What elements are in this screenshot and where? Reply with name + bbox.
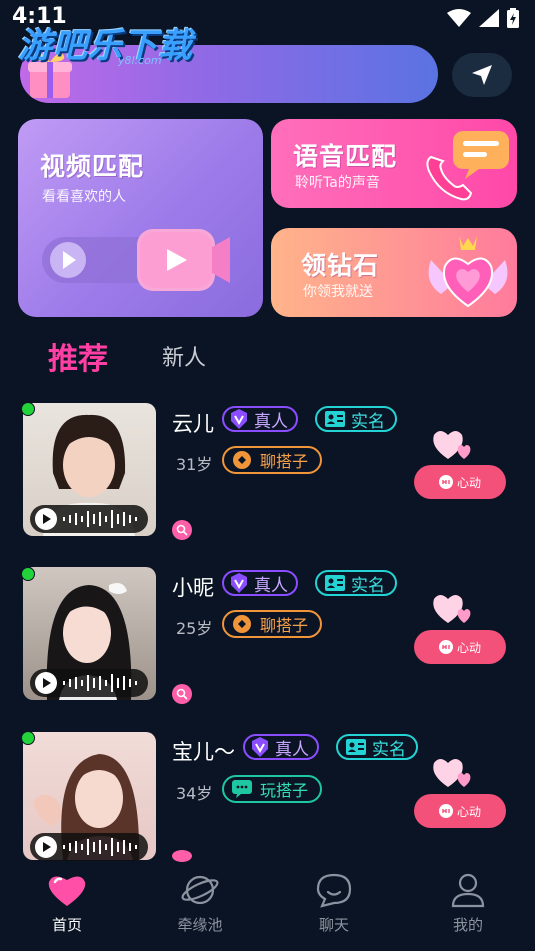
activity-label: 聊搭子 [260,452,309,471]
voice-intro-pill[interactable] [30,833,148,861]
like-label: 心动 [456,804,481,819]
floating-hearts-icon [433,595,471,623]
phone-chat-icon [426,131,509,201]
voice-match-card[interactable]: 语音匹配 聆听Ta的声音 [271,119,517,208]
real-person-tag: 真人 [222,406,298,432]
heart-icon [48,876,86,906]
nav-home[interactable]: 首页 [27,872,107,935]
video-match-card[interactable]: 视频匹配 看看喜欢的人 [18,119,263,317]
nav-match-pool[interactable]: 牵缘池 [160,872,240,935]
waveform-icon [63,674,137,692]
waveform-icon [63,838,137,856]
online-indicator [21,402,35,416]
real-name-label: 实名 [372,739,406,760]
online-indicator [21,567,35,581]
user-age: 31岁 [176,455,213,474]
id-card-icon [325,411,345,427]
verified-v-icon [231,409,247,429]
game-chat-icon [232,780,252,798]
activity-label: 玩搭子 [260,781,309,800]
real-person-label: 真人 [254,575,288,596]
real-name-label: 实名 [351,575,385,596]
activity-label: 聊搭子 [260,616,309,635]
diamond-title: 领钻石 [301,251,380,280]
verified-v-icon [252,737,268,757]
online-indicator [21,731,35,745]
user-name: 云儿 [172,412,214,436]
person-icon [451,873,485,908]
system-icons [447,8,519,28]
heartbeat-icon [438,475,453,489]
real-person-tag: 真人 [222,570,298,596]
id-card-icon [325,575,345,591]
real-name-tag: 实名 [336,734,418,760]
real-name-label: 实名 [351,411,385,432]
tab-new-users[interactable]: 新人 [162,340,206,372]
search-badge[interactable] [172,850,192,862]
magnifier-icon [176,688,188,700]
real-person-label: 真人 [275,739,309,760]
user-name: 小昵 [172,576,214,600]
voice-intro-pill[interactable] [30,669,148,697]
user-age: 34岁 [176,784,213,803]
id-card-icon [346,739,366,755]
nav-chat-label: 聊天 [318,916,349,934]
voice-match-subtitle: 聆听Ta的声音 [295,175,380,191]
voice-intro-pill[interactable] [30,505,148,533]
real-person-label: 真人 [254,411,288,432]
play-icon [35,672,57,694]
planet-icon [181,875,219,905]
battery-icon [507,8,519,28]
navigation-arrow-icon [472,65,492,85]
nav-profile-label: 我的 [452,916,483,934]
heartbeat-icon [438,640,453,654]
play-icon [35,836,57,858]
location-button[interactable] [452,53,512,97]
bottom-navigation: 首页 牵缘池 聊天 我的 [0,862,535,951]
diamond-subtitle: 你领我就送 [303,284,373,300]
video-camera-icon [42,229,230,291]
nav-chat[interactable]: 聊天 [294,872,374,935]
signal-icon [479,9,499,27]
nav-profile[interactable]: 我的 [428,872,508,935]
heartbeat-icon [438,804,453,818]
nav-home-label: 首页 [51,916,82,934]
user-name: 宝儿～ [172,740,235,764]
video-match-subtitle: 看看喜欢的人 [42,189,126,205]
floating-hearts-icon [433,759,471,787]
real-name-tag: 实名 [315,570,397,596]
waveform-icon [63,510,137,528]
chat-partner-icon [233,451,251,469]
search-badge[interactable] [172,684,192,704]
play-icon [35,508,57,530]
wifi-icon [447,9,471,27]
watermark-logo: 游吧乐下载 [18,26,193,66]
chat-partner-icon [233,615,251,633]
like-label: 心动 [456,640,481,655]
search-badge[interactable] [172,520,192,540]
like-button[interactable]: 心动 [414,794,506,828]
video-match-title: 视频匹配 [40,152,145,181]
chat-bubble-icon [316,873,352,908]
verified-v-icon [231,573,247,593]
activity-tag: 玩搭子 [222,775,323,803]
user-age: 25岁 [176,619,213,638]
voice-match-title: 语音匹配 [293,142,398,171]
diamond-card[interactable]: 领钻石 你领我就送 [271,228,517,317]
like-label: 心动 [456,475,481,490]
nav-match-pool-label: 牵缘池 [177,916,223,934]
real-name-tag: 实名 [315,406,397,432]
like-button[interactable]: 心动 [414,465,506,499]
floating-hearts-icon [433,431,471,459]
like-button[interactable]: 心动 [414,630,506,664]
magnifier-icon [176,524,188,536]
real-person-tag: 真人 [243,734,319,760]
watermark-domain: y8l.com [118,54,162,67]
tab-recommend[interactable]: 推荐 [48,334,108,378]
activity-tag: 聊搭子 [222,446,323,474]
winged-heart-icon [428,236,508,308]
activity-tag: 聊搭子 [222,610,323,638]
